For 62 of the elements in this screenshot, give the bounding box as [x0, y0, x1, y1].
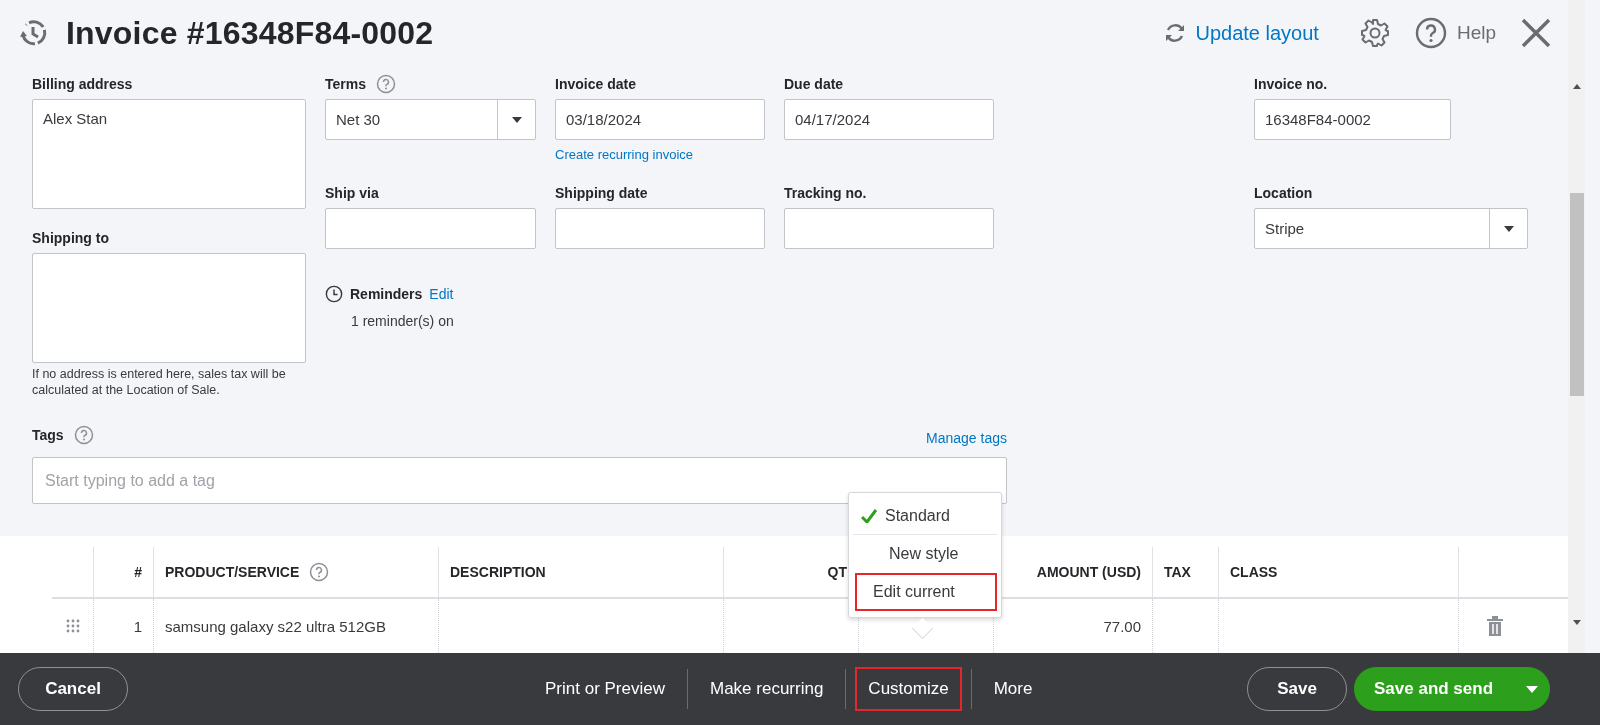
reminders-label: Reminders	[350, 286, 423, 302]
footer-action[interactable]: Print or Preview	[532, 667, 678, 711]
footer-action[interactable]: More	[980, 667, 1046, 711]
create-recurring-link[interactable]: Create recurring invoice	[555, 147, 693, 162]
help-icon[interactable]	[376, 74, 396, 94]
field-label: Invoice date	[555, 75, 636, 93]
ship-via-field[interactable]	[325, 208, 536, 249]
caret-icon	[511, 116, 522, 123]
reminders-status: 1 reminder(s) on	[351, 313, 455, 329]
billing-address-field[interactable]: Alex Stan	[32, 99, 306, 209]
field-label: Location	[1254, 184, 1313, 202]
trash-icon[interactable]	[1486, 616, 1503, 636]
edit-reminders-link[interactable]: Edit	[429, 286, 454, 302]
column-header: DESCRIPTION	[450, 564, 546, 580]
column-header: QT	[827, 564, 847, 580]
invoice-title: Invoice #16348F84-0002	[66, 14, 434, 52]
menu-item[interactable]: Standard	[853, 497, 997, 535]
location-dropdown[interactable]: Stripe	[1254, 208, 1528, 249]
shipping-date-field[interactable]	[555, 208, 765, 249]
column-header: PRODUCT/SERVICE	[165, 564, 300, 580]
close-icon[interactable]	[1520, 17, 1552, 49]
field-label: Tags	[32, 426, 64, 444]
tracking-number-field[interactable]	[784, 208, 994, 249]
update-layout-link[interactable]: Update layout	[1162, 21, 1319, 45]
table-cell: 1	[133, 617, 142, 635]
field-label: Billing address	[32, 75, 134, 93]
terms-dropdown[interactable]: Net 30	[325, 99, 536, 140]
column-header: CLASS	[1230, 564, 1278, 580]
invoice-date-field[interactable]: 03/18/2024	[555, 99, 765, 140]
invoice-number-field[interactable]: 16348F84-0002	[1254, 99, 1451, 140]
column-header: #	[134, 564, 142, 580]
field-label: Due date	[784, 75, 844, 93]
field-label: Shipping to	[32, 229, 110, 247]
address-note: If no address is entered here, sales tax will be calculated at the Location of Sale.	[32, 366, 287, 398]
field-label: Terms	[325, 75, 366, 93]
table-cell: samsung galaxy s22 ultra 512GB	[165, 617, 386, 635]
field-label: Invoice no.	[1254, 75, 1328, 93]
column-header: AMOUNT (USD)	[1036, 564, 1141, 580]
footer-action[interactable]: Customize	[855, 667, 962, 711]
table-cell: 77.00	[1103, 617, 1141, 635]
scroll-up-icon[interactable]	[1572, 84, 1581, 89]
tags-field[interactable]: Start typing to add a tag	[32, 457, 1007, 504]
clock-icon	[325, 285, 343, 303]
field-label: Ship via	[325, 184, 379, 202]
help-icon[interactable]	[309, 562, 330, 582]
footer-action[interactable]: Make recurring	[697, 667, 837, 711]
menu-item[interactable]: Edit current	[855, 573, 997, 611]
field-label: Tracking no.	[784, 184, 867, 202]
field-label: Shipping date	[555, 184, 648, 202]
scroll-down-icon[interactable]	[1572, 620, 1581, 625]
caret-icon	[1503, 225, 1514, 232]
scrollbar[interactable]	[1568, 0, 1585, 653]
help-button[interactable]: Help	[1414, 17, 1496, 49]
settings-icon[interactable]	[1358, 17, 1391, 49]
due-date-field[interactable]: 04/17/2024	[784, 99, 994, 140]
help-icon[interactable]	[73, 425, 94, 445]
check-icon	[861, 508, 877, 523]
column-header: TAX	[1164, 564, 1191, 580]
menu-item[interactable]: New style	[853, 535, 997, 573]
drag-handle-icon[interactable]	[65, 619, 80, 633]
manage-tags-link[interactable]: Manage tags	[926, 430, 1007, 446]
shipping-address-field[interactable]	[32, 253, 306, 363]
